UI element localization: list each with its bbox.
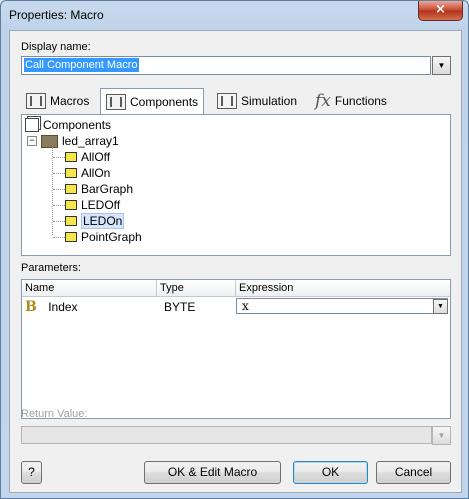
tree-group[interactable]: − led_array1 — [27, 133, 119, 149]
help-button[interactable]: ? — [21, 461, 42, 484]
byte-type-icon: B — [25, 299, 37, 315]
parameters-grid[interactable]: Name Type Expression B Index BYTE x ▼ — [21, 279, 451, 419]
param-type: BYTE — [164, 300, 196, 314]
display-name-label: Display name: — [21, 41, 91, 53]
tree-connector — [53, 205, 65, 206]
component-tree[interactable]: Components − led_array1 AllOff AllOn Bar… — [21, 114, 451, 256]
macro-leaf-icon — [65, 200, 77, 210]
macro-icon — [26, 93, 46, 109]
display-name-dropdown-button[interactable]: ▼ — [432, 56, 451, 75]
tree-root-label: Components — [43, 118, 112, 132]
tab-strip: Macros Components Simulation fx Function… — [21, 88, 450, 114]
window-title: Properties: Macro — [9, 8, 104, 22]
properties-dialog: Properties: Macro × Display name: Call C… — [0, 0, 469, 499]
tree-item-selected[interactable]: LEDOn — [65, 213, 125, 229]
tree-item[interactable]: AllOff — [65, 149, 110, 165]
expression-dropdown-button[interactable]: ▼ — [433, 299, 448, 314]
macro-leaf-icon — [65, 152, 77, 162]
tree-connector — [53, 221, 65, 222]
tab-simulation-label: Simulation — [241, 94, 298, 108]
ok-button[interactable]: OK — [293, 461, 368, 484]
cancel-button[interactable]: Cancel — [376, 461, 451, 484]
column-header-name[interactable]: Name — [22, 280, 157, 297]
components-icon — [25, 118, 39, 132]
simulation-icon — [217, 93, 237, 109]
tree-item-label: PointGraph — [81, 230, 142, 244]
tree-item-label: AllOff — [81, 150, 111, 164]
tree-item[interactable]: PointGraph — [65, 229, 142, 245]
param-name-cell: B Index — [25, 298, 78, 316]
param-name: Index — [48, 300, 78, 314]
tree-root[interactable]: Components — [25, 117, 111, 133]
macro-leaf-icon — [65, 184, 77, 194]
folder-icon — [41, 134, 58, 148]
tree-item-label: LEDOff — [81, 198, 121, 212]
collapse-icon[interactable]: − — [27, 136, 37, 146]
parameters-label: Parameters: — [21, 262, 81, 274]
tab-functions[interactable]: fx Functions — [310, 90, 392, 112]
tree-connector — [53, 173, 65, 174]
tab-functions-label: Functions — [334, 94, 387, 108]
macro-leaf-icon — [65, 232, 77, 242]
dialog-body: Display name: Call Component Macro ▼ Mac… — [9, 30, 462, 493]
tree-group-label: led_array1 — [62, 134, 119, 148]
tree-item[interactable]: BarGraph — [65, 181, 133, 197]
fx-icon: fx — [315, 91, 331, 111]
param-expression-input[interactable]: x — [236, 298, 448, 314]
macro-leaf-icon — [65, 216, 77, 226]
display-name-input[interactable]: Call Component Macro — [21, 56, 431, 75]
column-header-type[interactable]: Type — [157, 280, 236, 297]
return-value-dropdown-button[interactable]: ▼ — [432, 426, 451, 445]
component-icon — [106, 93, 126, 110]
tree-item-label: AllOn — [81, 166, 111, 180]
macro-leaf-icon — [65, 168, 77, 178]
column-header-expression[interactable]: Expression — [236, 280, 450, 297]
return-value-label: Return Value: — [21, 408, 88, 420]
tree-connector — [53, 237, 65, 238]
display-name-value: Call Component Macro — [24, 58, 139, 72]
tab-components[interactable]: Components — [100, 88, 205, 114]
tree-connector — [53, 189, 65, 190]
tree-connector — [53, 157, 65, 158]
tab-components-label: Components — [130, 94, 199, 109]
tab-macros[interactable]: Macros — [21, 90, 94, 112]
ok-edit-macro-button[interactable]: OK & Edit Macro — [144, 461, 281, 484]
tree-item[interactable]: AllOn — [65, 165, 110, 181]
close-button[interactable]: × — [418, 1, 463, 21]
title-bar[interactable]: Properties: Macro × — [1, 1, 468, 29]
tab-simulation[interactable]: Simulation — [212, 90, 302, 112]
tree-item-label: LEDOn — [81, 213, 125, 229]
tab-macros-label: Macros — [50, 94, 90, 108]
tree-item-label: BarGraph — [81, 182, 134, 196]
return-value-input[interactable] — [21, 426, 432, 444]
tree-item[interactable]: LEDOff — [65, 197, 120, 213]
